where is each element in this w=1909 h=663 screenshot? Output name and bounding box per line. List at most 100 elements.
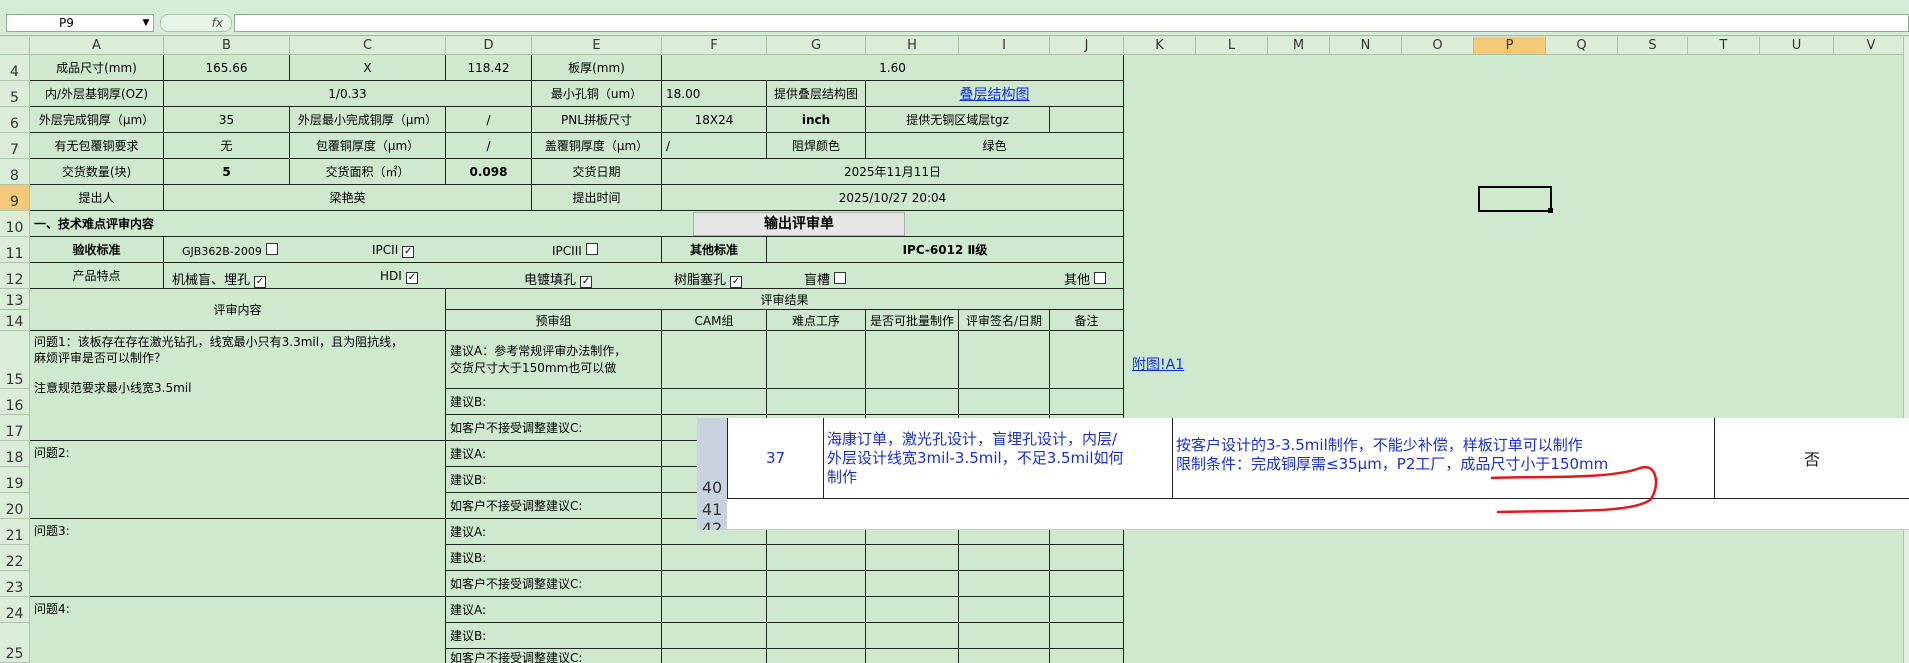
grid-cell[interactable] [866, 649, 959, 663]
grid-cell[interactable] [662, 331, 767, 389]
checkbox-unchecked-icon[interactable] [265, 243, 278, 255]
row-header-16[interactable]: 16 [0, 389, 30, 415]
grid-cell[interactable] [662, 649, 767, 663]
grid-cell[interactable] [767, 649, 866, 663]
grid-cell[interactable] [1050, 389, 1124, 415]
cell-d4[interactable]: 118.42 [446, 55, 532, 81]
cell-c6[interactable]: 外层最小完成铜厚（μm） [290, 107, 446, 133]
cell-d8[interactable]: 0.098 [446, 159, 532, 185]
col-header-m[interactable]: M [1268, 37, 1330, 55]
col-header-n[interactable]: N [1330, 37, 1402, 55]
cell-f8[interactable]: 2025年11月11日 [662, 159, 1124, 185]
q3-suggestion-b[interactable]: 建议B: [446, 545, 662, 571]
grid-cell[interactable] [866, 545, 959, 571]
cell-a5[interactable]: 内/外层基铜厚(OZ) [30, 81, 164, 107]
grid-cell[interactable] [959, 331, 1050, 389]
row-header-13[interactable]: 13 [0, 289, 30, 310]
checkbox-checked-icon[interactable]: ✓ [580, 276, 593, 288]
row-header-5[interactable]: 5 [0, 81, 30, 107]
col-header-g[interactable]: G [767, 37, 866, 55]
grid-cell[interactable] [662, 545, 767, 571]
cell-b5[interactable]: 1/0.33 [164, 81, 532, 107]
cell-f6[interactable]: 18X24 [662, 107, 767, 133]
checkbox-checked-icon[interactable]: ✓ [402, 246, 415, 258]
grid-cell[interactable] [662, 571, 767, 597]
cell-g6[interactable]: inch [767, 107, 866, 133]
feature-slot-option[interactable]: 盲槽 [804, 269, 847, 288]
cell-h5[interactable]: 叠层结构图 [866, 81, 1124, 107]
cell-c8[interactable]: 交货面积（㎡） [290, 159, 446, 185]
cell-b12[interactable] [164, 263, 1124, 289]
checkbox-unchecked-icon[interactable] [585, 243, 598, 255]
grid-cell[interactable] [959, 649, 1050, 663]
feature-fill-option[interactable]: 电镀填孔 ✓ [524, 269, 593, 288]
row-header-21[interactable]: 21 [0, 519, 30, 545]
row-header-6[interactable]: 6 [0, 107, 30, 133]
row-header-20[interactable]: 20 [0, 493, 30, 519]
grid-cell[interactable] [959, 571, 1050, 597]
fill-handle[interactable] [1548, 208, 1553, 213]
selected-cell-p9[interactable] [1478, 186, 1553, 213]
row-header-22[interactable]: 22 [0, 545, 30, 571]
cell-e6[interactable]: PNL拼板尺寸 [532, 107, 662, 133]
grid-cell[interactable] [959, 623, 1050, 649]
std-ipcii-option[interactable]: IPCII ✓ [372, 243, 415, 258]
row-header-10[interactable]: 10 [0, 211, 30, 237]
col-header-s[interactable]: S [1618, 37, 1688, 55]
col-header-f[interactable]: F [662, 37, 767, 55]
question-2-cell[interactable]: 问题2: [30, 441, 446, 519]
grid-cell[interactable] [662, 389, 767, 415]
name-box[interactable]: P9 [6, 14, 154, 32]
col-header-u[interactable]: U [1760, 37, 1834, 55]
row-header-15[interactable]: 15 [0, 331, 30, 389]
cell-a4[interactable]: 成品尺寸(mm) [30, 55, 164, 81]
q2-suggestion-a[interactable]: 建议A: [446, 441, 662, 467]
cell-f4[interactable]: 1.60 [662, 55, 1124, 81]
row-header-25[interactable]: 25 [0, 623, 30, 663]
cell-f9[interactable]: 2025/10/27 20:04 [662, 185, 1124, 211]
cell-g5[interactable]: 提供叠层结构图 [767, 81, 866, 107]
q1-suggestion-a[interactable]: 建议A：参考常规评审办法制作， 交货尺寸大于150mm也可以做 [446, 331, 662, 389]
checkbox-checked-icon[interactable]: ✓ [730, 276, 743, 288]
std-gjb-option[interactable]: GJB362B-2009 [182, 243, 278, 258]
q2-suggestion-c[interactable]: 如客户不接受调整建议C: [446, 493, 662, 519]
feature-mech-option[interactable]: 机械盲、埋孔 ✓ [172, 269, 267, 288]
checkbox-unchecked-icon[interactable] [1094, 272, 1107, 284]
checkbox-checked-icon[interactable]: ✓ [254, 276, 267, 288]
checkbox-unchecked-icon[interactable] [834, 272, 847, 284]
grid-cell[interactable] [1050, 545, 1124, 571]
row-header-9[interactable]: 9 [0, 185, 30, 211]
cell-b8[interactable]: 5 [164, 159, 290, 185]
col-header-t[interactable]: T [1688, 37, 1760, 55]
col-header-v[interactable]: V [1834, 37, 1909, 55]
grid-cell[interactable] [662, 597, 767, 623]
row-header-14[interactable]: 14 [0, 310, 30, 331]
cell-e7[interactable]: 盖覆铜厚度（μm） [532, 133, 662, 159]
col-header-a[interactable]: A [30, 37, 164, 55]
cell-e5[interactable]: 最小孔铜（um） [532, 81, 662, 107]
q2-suggestion-b[interactable]: 建议B: [446, 467, 662, 493]
cell-c7[interactable]: 包覆铜厚度（μm） [290, 133, 446, 159]
q1-suggestion-b[interactable]: 建议B: [446, 389, 662, 415]
row-header-4[interactable]: 4 [0, 55, 30, 81]
q3-suggestion-c[interactable]: 如客户不接受调整建议C: [446, 571, 662, 597]
grid-cell[interactable] [662, 623, 767, 649]
grid-cell[interactable] [1050, 597, 1124, 623]
cell-a6[interactable]: 外层完成铜厚（μm） [30, 107, 164, 133]
feature-hdi-option[interactable]: HDI ✓ [380, 269, 418, 284]
q4-suggestion-c[interactable]: 如客户不接受调整建议C: [446, 649, 662, 663]
grid-cell[interactable] [767, 571, 866, 597]
col-header-d[interactable]: D [446, 37, 532, 55]
grid-cell[interactable] [959, 389, 1050, 415]
cell-b9[interactable]: 梁艳英 [164, 185, 532, 211]
col-header-q[interactable]: Q [1546, 37, 1618, 55]
question-1-cell[interactable]: 问题1：该板存在存在激光钻孔，线宽最小只有3.3mil，且为阻抗线， 麻烦评审是… [30, 331, 446, 441]
feature-other-option[interactable]: 其他 [1064, 269, 1107, 288]
cell-a9[interactable]: 提出人 [30, 185, 164, 211]
grid-cell[interactable] [767, 545, 866, 571]
cell-h7[interactable]: 绿色 [866, 133, 1124, 159]
row-header-19[interactable]: 19 [0, 467, 30, 493]
cell-j6[interactable] [1050, 107, 1124, 133]
col-header-c[interactable]: C [290, 37, 446, 55]
cell-e4[interactable]: 板厚(mm) [532, 55, 662, 81]
